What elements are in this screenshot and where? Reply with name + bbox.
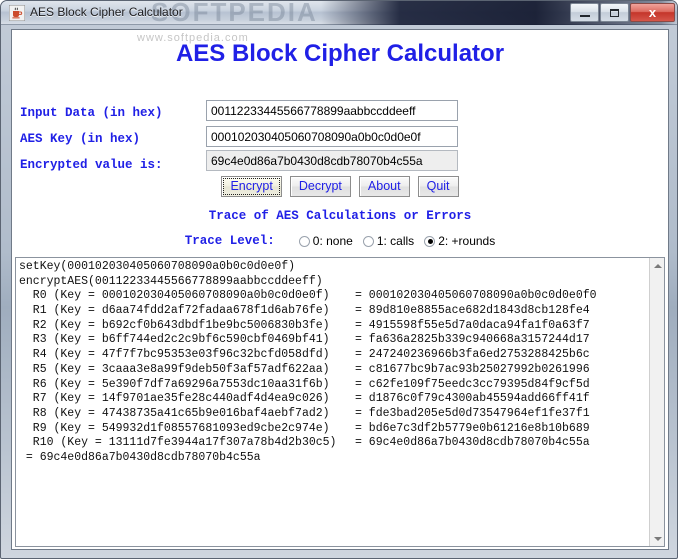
trace-line-left: encryptAES(00112233445566778899aabbccdde… [19,274,323,288]
trace-line: R7 (Key = 14f9701ae35fe28c440adf4d4ea9c0… [19,392,650,407]
client-area: www.softpedia.com AES Block Cipher Calcu… [11,29,669,550]
decrypt-button[interactable]: Decrypt [289,176,351,197]
trace-level-row: Trace Level: 0: none 1: calls 2: +rounds [12,234,668,248]
trace-line: R1 (Key = d6aa74fdd2af72fadaa678f1d6ab76… [19,304,650,319]
trace-line-left: R3 (Key = b6ff744ed2c2c9bf6c590cbf0469bf… [19,333,330,347]
aes-key-field[interactable] [206,126,458,147]
application-window: SOFTPEDIA AES Block Cipher Calculator x [0,0,678,559]
trace-line: encryptAES(00112233445566778899aabbccdde… [19,275,650,290]
trace-line-left: R8 (Key = 47438735a41c65b9e016baf4aebf7a… [19,406,330,420]
title-bar: SOFTPEDIA AES Block Cipher Calculator x [1,1,677,27]
trace-level-option-2[interactable]: 2: +rounds [424,234,495,248]
trace-line-right: = fde3bad205e5d0d73547964ef1fe37f1 [355,406,590,420]
trace-line-left: R0 (Key = 000102030405060708090a0b0c0d0e… [19,289,330,303]
trace-line: R9 (Key = 549932d1f08557681093ed9cbe2c97… [19,422,650,437]
trace-line-left: = 69c4e0d86a7b0430d8cdb78070b4c55a [19,450,261,464]
trace-line: R6 (Key = 5e390f7df7a69296a7553dc10aa31f… [19,378,650,393]
input-data-field[interactable] [206,100,458,121]
trace-line: R2 (Key = b692cf0b643dbdf1be9bc5006830b3… [19,319,650,334]
action-button-row: Encrypt Decrypt About Quit [12,176,668,197]
trace-line: R8 (Key = 47438735a41c65b9e016baf4aebf7a… [19,407,650,422]
encrypted-value-label: Encrypted value is: [20,158,163,172]
trace-line: setKey(000102030405060708090a0b0c0d0e0f) [19,260,650,275]
encrypted-value-field[interactable] [206,150,458,171]
input-data-label: Input Data (in hex) [20,106,163,120]
maximize-icon [601,4,628,21]
window-title: AES Block Cipher Calculator [30,5,183,19]
trace-line-right: = 89d810e8855ace682d1843d8cb128fe4 [355,304,590,318]
trace-level-option-2-label: 2: +rounds [438,234,496,248]
scroll-up-arrow-icon[interactable] [650,258,664,273]
trace-line-left: R6 (Key = 5e390f7df7a69296a7553dc10aa31f… [19,377,330,391]
trace-line: R3 (Key = b6ff744ed2c2c9bf6c590cbf0469bf… [19,333,650,348]
trace-line-left: R5 (Key = 3caaa3e8a99f9deb50f3af57adf622… [19,362,330,376]
close-button[interactable]: x [630,3,675,22]
trace-line-left: R1 (Key = d6aa74fdd2af72fadaa678f1d6ab76… [19,304,330,318]
trace-line-right: = 4915598f55e5d7a0daca94fa1f0a63f7 [355,318,590,332]
scroll-down-arrow-icon[interactable] [650,531,664,546]
radio-icon-0 [298,235,310,247]
maximize-button[interactable] [600,3,629,22]
java-coffee-cup-icon [8,4,26,22]
trace-level-option-0[interactable]: 0: none [298,234,353,248]
trace-line-left: R9 (Key = 549932d1f08557681093ed9cbe2c97… [19,421,330,435]
trace-line-right: = c62fe109f75eedc3cc79395d84f9cf5d [355,377,590,391]
trace-line-left: setKey(000102030405060708090a0b0c0d0e0f) [19,260,296,273]
trace-output-text[interactable]: setKey(000102030405060708090a0b0c0d0e0f)… [16,258,650,546]
trace-line-left: R2 (Key = b692cf0b643dbdf1be9bc5006830b3… [19,318,330,332]
radio-icon-2 [424,235,436,247]
trace-line-left: R7 (Key = 14f9701ae35fe28c440adf4d4ea9c0… [19,392,330,406]
trace-line-right: = 247240236966b3fa6ed2753288425b6c [355,348,590,362]
encrypt-button[interactable]: Encrypt [221,176,282,197]
trace-line-right: = bd6e7c3df2b5779e0b61216e8b10b689 [355,421,590,435]
trace-line-right: = 000102030405060708090a0b0c0d0e0f0 [355,289,597,303]
window-controls: x [570,3,675,23]
minimize-icon [571,4,598,21]
trace-line: R0 (Key = 000102030405060708090a0b0c0d0e… [19,289,650,304]
about-button[interactable]: About [358,176,410,197]
trace-line-left: R10 (Key = 13111d7fe3944a17f307a78b4d2b3… [19,436,337,450]
trace-line: R4 (Key = 47f7f7bc95353e03f96c32bcfd058d… [19,348,650,363]
trace-level-option-1[interactable]: 1: calls [362,234,415,248]
trace-line-right: = d1876c0f79c4300ab45594add66ff41f [355,392,590,406]
trace-line: R5 (Key = 3caaa3e8a99f9deb50f3af57adf622… [19,363,650,378]
trace-line-right: = 69c4e0d86a7b0430d8cdb78070b4c55a [355,436,590,450]
minimize-button[interactable] [570,3,599,22]
trace-line-right: = c81677bc9b7ac93b25027992b0261996 [355,362,590,376]
aes-key-label: AES Key (in hex) [20,132,141,146]
trace-line: = 69c4e0d86a7b0430d8cdb78070b4c55a [19,451,650,466]
radio-icon-1 [362,235,374,247]
trace-level-option-1-label: 1: calls [376,234,415,248]
quit-button[interactable]: Quit [417,176,459,197]
trace-line-left: R4 (Key = 47f7f7bc95353e03f96c32bcfd058d… [19,348,330,362]
close-icon: x [648,5,657,20]
trace-output-panel: setKey(000102030405060708090a0b0c0d0e0f)… [15,257,665,547]
trace-vertical-scrollbar[interactable] [649,258,664,546]
trace-line: R10 (Key = 13111d7fe3944a17f307a78b4d2b3… [19,436,650,451]
trace-level-option-0-label: 0: none [312,234,353,248]
page-title: AES Block Cipher Calculator [175,40,505,67]
trace-line-right: = fa636a2825b339c940668a3157244d17 [355,333,590,347]
trace-heading: Trace of AES Calculations or Errors [208,209,472,223]
trace-level-label: Trace Level: [184,234,275,248]
